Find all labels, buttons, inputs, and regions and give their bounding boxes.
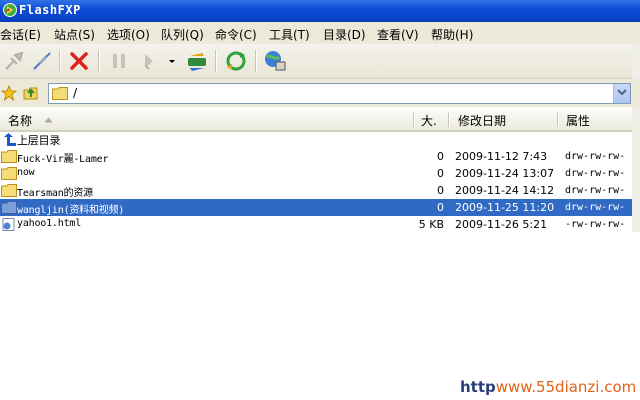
file-name: yahoo1.html: [17, 218, 82, 229]
list-item[interactable]: now 0 2009-11-24 13:07 drw-rw-rw-: [0, 165, 632, 182]
watermark: httpwww.55dianzi.com: [460, 378, 636, 396]
folder-icon: [1, 150, 17, 163]
file-size: 0: [437, 201, 444, 214]
file-attributes: drw-rw-rw-: [565, 202, 626, 213]
title-bar[interactable]: FlashFXP: [0, 0, 640, 22]
file-name: now: [17, 167, 35, 178]
menu-session[interactable]: 会话(E): [0, 26, 41, 43]
flashfxp-logo-icon: [3, 3, 17, 17]
watermark-prefix: http: [460, 378, 496, 396]
flashfxp-window: FlashFXP 会话(E) 站点(S) 选项(O) 队列(Q) 命令(C) 工…: [0, 0, 640, 232]
column-date[interactable]: 修改日期: [458, 112, 506, 129]
menu-commands[interactable]: 命令(C): [215, 26, 257, 43]
column-size[interactable]: 大.: [421, 112, 437, 129]
path-dropdown-button[interactable]: [613, 84, 630, 103]
file-attributes: drw-rw-rw-: [565, 151, 626, 162]
toolbar-separator: [59, 50, 61, 72]
html-file-icon: [2, 218, 15, 231]
path-combo[interactable]: /: [48, 83, 631, 104]
file-name: Tearsman的资源: [17, 188, 93, 199]
star-icon[interactable]: [1, 85, 17, 101]
file-size: 5 KB: [418, 218, 444, 231]
window-right-edge: [632, 44, 640, 232]
file-size: 0: [437, 150, 444, 163]
menu-help[interactable]: 帮助(H): [431, 26, 473, 43]
folder-icon: [1, 201, 17, 214]
column-separator[interactable]: [413, 113, 415, 127]
column-separator[interactable]: [557, 113, 559, 127]
file-name: Fuck-Vir麗-Lamer: [17, 154, 109, 165]
path-text: /: [73, 86, 78, 100]
menu-options[interactable]: 选项(O): [107, 26, 150, 43]
folder-icon: [1, 184, 17, 197]
menu-tools[interactable]: 工具(T): [269, 26, 310, 43]
disconnect-icon[interactable]: [30, 49, 54, 73]
refresh-icon[interactable]: [224, 49, 248, 73]
parent-directory-row[interactable]: 上层目录: [0, 131, 632, 148]
file-name: wangljin(资料和视频): [17, 205, 125, 216]
transfer-icon[interactable]: [139, 49, 163, 73]
site-manager-icon[interactable]: [263, 49, 287, 73]
chevron-down-icon: [617, 89, 627, 96]
menu-view[interactable]: 查看(V): [377, 26, 419, 43]
file-date: 2009-11-24 13:07: [455, 167, 555, 180]
window-title: FlashFXP: [19, 3, 81, 17]
file-date: 2009-11-25 11:20: [455, 201, 555, 214]
menu-bar: 会话(E) 站点(S) 选项(O) 队列(Q) 命令(C) 工具(T) 目录(D…: [0, 22, 640, 44]
file-size: 0: [437, 184, 444, 197]
folder-icon: [1, 167, 17, 180]
file-date: 2009-11-26 5:21: [455, 218, 548, 231]
watermark-site: www.55dianzi.com: [495, 378, 637, 396]
toolbar: [0, 44, 640, 79]
folder-icon: [52, 87, 68, 100]
toolbar-separator: [215, 50, 217, 72]
file-size: 0: [437, 167, 444, 180]
file-date: 2009-11-24 14:12: [455, 184, 555, 197]
dropdown-arrow-icon[interactable]: [165, 49, 179, 73]
remote-file-list[interactable]: 名称 大. 修改日期 属性 上层目录 Fuck-Vir麗-Lamer 0 200…: [0, 109, 632, 232]
list-item[interactable]: yahoo1.html 5 KB 2009-11-26 5:21 -rw-rw-…: [0, 216, 632, 232]
file-attributes: drw-rw-rw-: [565, 168, 626, 179]
path-bar: /: [0, 79, 640, 107]
list-header: 名称 大. 修改日期 属性: [0, 109, 632, 132]
list-item[interactable]: Fuck-Vir麗-Lamer 0 2009-11-12 7:43 drw-rw…: [0, 148, 632, 165]
column-name[interactable]: 名称: [8, 112, 32, 129]
menu-queue[interactable]: 队列(Q): [161, 26, 204, 43]
connect-icon[interactable]: [2, 49, 26, 73]
menu-directory[interactable]: 目录(D): [323, 26, 366, 43]
file-attributes: -rw-rw-rw-: [565, 219, 626, 230]
parent-folder-icon[interactable]: [22, 84, 40, 102]
file-date: 2009-11-12 7:43: [455, 150, 548, 163]
refresh-transfer-icon[interactable]: [185, 49, 209, 73]
file-attributes: drw-rw-rw-: [565, 185, 626, 196]
toolbar-separator: [255, 50, 257, 72]
parent-directory-label: 上层目录: [17, 134, 61, 147]
toolbar-separator: [98, 50, 100, 72]
up-arrow-icon: [4, 133, 16, 146]
abort-icon[interactable]: [67, 49, 91, 73]
menu-sites[interactable]: 站点(S): [54, 26, 95, 43]
column-separator[interactable]: [448, 113, 450, 127]
list-item[interactable]: Tearsman的资源 0 2009-11-24 14:12 drw-rw-rw…: [0, 182, 632, 199]
list-item-selected[interactable]: wangljin(资料和视频) 0 2009-11-25 11:20 drw-r…: [0, 199, 632, 216]
sort-up-arrow-icon: [44, 117, 53, 123]
column-attributes[interactable]: 属性: [566, 112, 590, 129]
pause-icon[interactable]: [107, 49, 131, 73]
